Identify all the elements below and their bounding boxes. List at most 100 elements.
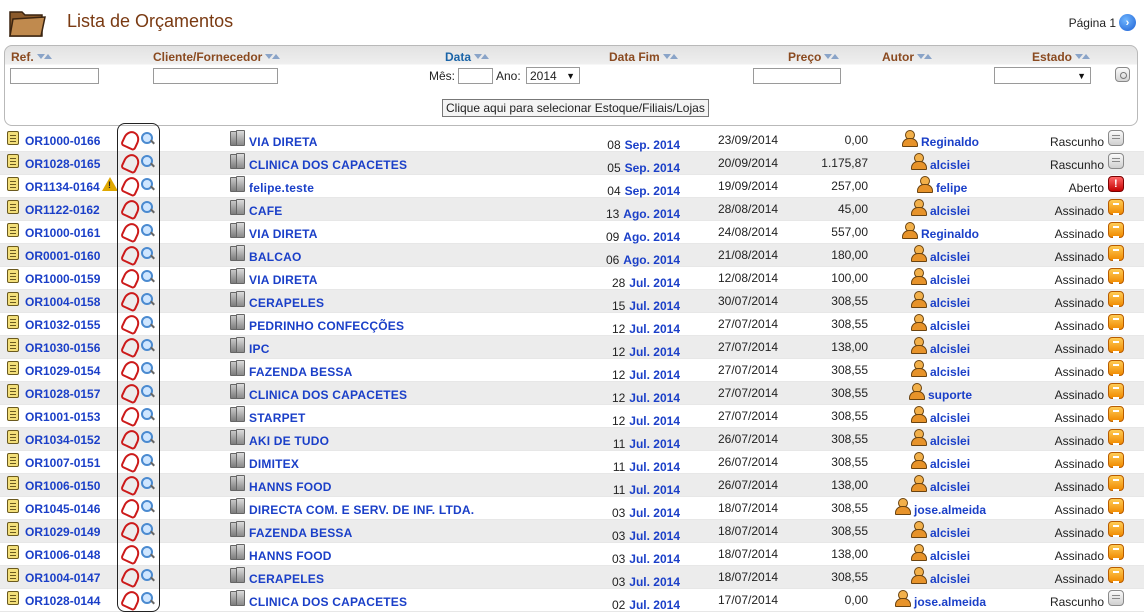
ref-link[interactable]: OR1045-0146 — [25, 502, 100, 516]
magnifier-icon[interactable] — [140, 361, 155, 376]
magnifier-icon[interactable] — [140, 568, 155, 583]
sort-icon[interactable] — [823, 53, 840, 61]
pdf-icon[interactable] — [122, 591, 137, 606]
client-link[interactable]: felipe.teste — [249, 181, 314, 195]
magnifier-icon[interactable] — [140, 131, 155, 146]
author-link[interactable]: alcislei — [930, 158, 970, 172]
pdf-icon[interactable] — [122, 545, 137, 560]
column-header-state[interactable]: Estado — [1032, 50, 1091, 64]
pdf-icon[interactable] — [122, 361, 137, 376]
sort-icon[interactable] — [1074, 53, 1091, 61]
date-month-link[interactable]: Jul. 2014 — [629, 437, 680, 451]
date-month-link[interactable]: Jul. 2014 — [629, 529, 680, 543]
ref-link[interactable]: OR1028-0157 — [25, 387, 100, 401]
date-month-link[interactable]: Jul. 2014 — [629, 460, 680, 474]
client-link[interactable]: BALCAO — [249, 250, 302, 264]
ref-link[interactable]: OR1122-0162 — [25, 203, 100, 217]
state-select[interactable]: ▼ — [994, 67, 1091, 84]
client-link[interactable]: PEDRINHO CONFECÇÕES — [249, 319, 404, 333]
ref-link[interactable]: OR1004-0158 — [25, 295, 100, 309]
pdf-icon[interactable] — [122, 338, 137, 353]
column-header-author[interactable]: Autor — [882, 50, 932, 64]
state-orange-icon[interactable] — [1108, 337, 1124, 353]
state-orange-icon[interactable] — [1108, 452, 1124, 468]
column-header-date[interactable]: Data — [445, 50, 490, 64]
document-icon[interactable] — [7, 453, 19, 467]
document-icon[interactable] — [7, 384, 19, 398]
client-link[interactable]: FAZENDA BESSA — [249, 526, 353, 540]
date-month-link[interactable]: Jul. 2014 — [629, 598, 680, 612]
document-icon[interactable] — [7, 591, 19, 605]
pdf-icon[interactable] — [122, 200, 137, 215]
state-orange-icon[interactable] — [1108, 291, 1124, 307]
ref-link[interactable]: OR1029-0149 — [25, 525, 100, 539]
author-link[interactable]: felipe — [936, 181, 967, 195]
pdf-icon[interactable] — [122, 407, 137, 422]
author-link[interactable]: jose.almeida — [914, 595, 986, 609]
ref-link[interactable]: OR1007-0151 — [25, 456, 100, 470]
document-icon[interactable] — [7, 315, 19, 329]
date-month-link[interactable]: Ago. 2014 — [623, 207, 680, 221]
client-link[interactable]: AKI DE TUDO — [249, 434, 329, 448]
document-icon[interactable] — [7, 269, 19, 283]
magnifier-icon[interactable] — [140, 522, 155, 537]
sort-icon[interactable] — [36, 53, 52, 61]
date-month-link[interactable]: Ago. 2014 — [623, 230, 680, 244]
ref-link[interactable]: OR1032-0155 — [25, 318, 100, 332]
state-orange-icon[interactable] — [1108, 567, 1124, 583]
state-orange-icon[interactable] — [1108, 199, 1124, 215]
state-orange-icon[interactable] — [1108, 383, 1124, 399]
clear-filters-button[interactable] — [1115, 67, 1130, 82]
date-month-link[interactable]: Sep. 2014 — [625, 184, 680, 198]
magnifier-icon[interactable] — [140, 338, 155, 353]
state-grey-icon[interactable] — [1108, 590, 1124, 606]
state-orange-icon[interactable] — [1108, 222, 1124, 238]
document-icon[interactable] — [7, 177, 19, 191]
magnifier-icon[interactable] — [140, 384, 155, 399]
ref-link[interactable]: OR1006-0148 — [25, 548, 100, 562]
document-icon[interactable] — [7, 568, 19, 582]
state-orange-icon[interactable] — [1108, 314, 1124, 330]
author-link[interactable]: jose.almeida — [914, 503, 986, 517]
ref-link[interactable]: OR1004-0147 — [25, 571, 100, 585]
sort-icon[interactable] — [264, 53, 281, 61]
pdf-icon[interactable] — [122, 384, 137, 399]
client-link[interactable]: HANNS FOOD — [249, 480, 332, 494]
pdf-icon[interactable] — [122, 269, 137, 284]
magnifier-icon[interactable] — [140, 407, 155, 422]
magnifier-icon[interactable] — [140, 453, 155, 468]
document-icon[interactable] — [7, 407, 19, 421]
author-link[interactable]: Reginaldo — [921, 227, 979, 241]
date-month-link[interactable]: Sep. 2014 — [625, 138, 680, 152]
ref-link[interactable]: OR1000-0166 — [25, 134, 100, 148]
client-link[interactable]: CLINICA DOS CAPACETES — [249, 388, 407, 402]
date-month-link[interactable]: Jul. 2014 — [629, 506, 680, 520]
client-link[interactable]: CERAPELES — [249, 296, 324, 310]
pdf-icon[interactable] — [122, 453, 137, 468]
pdf-icon[interactable] — [122, 430, 137, 445]
author-link[interactable]: alcislei — [930, 296, 970, 310]
ref-link[interactable]: OR1134-0164 — [25, 180, 100, 194]
author-link[interactable]: alcislei — [930, 365, 970, 379]
document-icon[interactable] — [7, 223, 19, 237]
author-link[interactable]: alcislei — [930, 204, 970, 218]
state-grey-icon[interactable] — [1108, 153, 1124, 169]
date-month-link[interactable]: Sep. 2014 — [625, 161, 680, 175]
document-icon[interactable] — [7, 292, 19, 306]
author-link[interactable]: alcislei — [930, 411, 970, 425]
document-icon[interactable] — [7, 131, 19, 145]
state-orange-icon[interactable] — [1108, 521, 1124, 537]
sort-icon[interactable] — [916, 53, 932, 61]
column-header-client[interactable]: Cliente/Fornecedor — [153, 50, 281, 64]
document-icon[interactable] — [7, 154, 19, 168]
pdf-icon[interactable] — [122, 223, 137, 238]
pdf-icon[interactable] — [122, 522, 137, 537]
date-month-link[interactable]: Jul. 2014 — [629, 483, 680, 497]
date-month-link[interactable]: Jul. 2014 — [629, 368, 680, 382]
pdf-icon[interactable] — [122, 292, 137, 307]
client-link[interactable]: VIA DIRETA — [249, 135, 318, 149]
author-link[interactable]: suporte — [928, 388, 972, 402]
author-link[interactable]: alcislei — [930, 434, 970, 448]
pdf-icon[interactable] — [122, 568, 137, 583]
client-link[interactable]: CLINICA DOS CAPACETES — [249, 158, 407, 172]
